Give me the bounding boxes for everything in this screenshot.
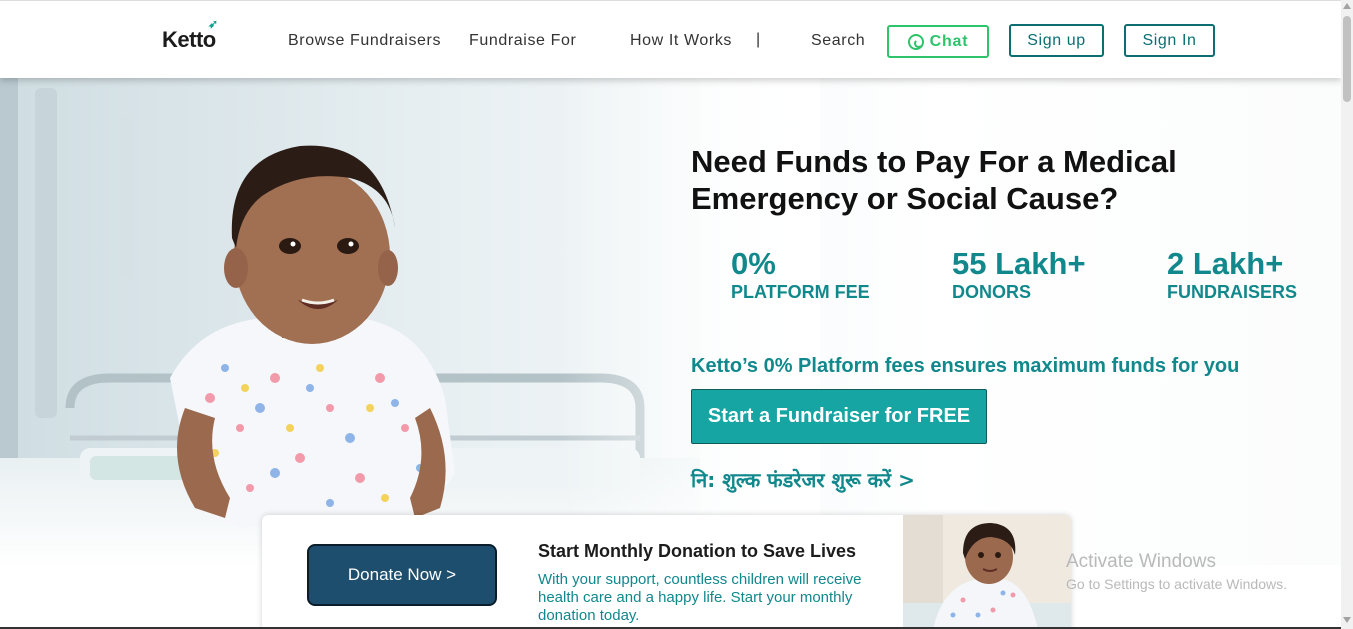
signup-button[interactable]: Sign up: [1009, 24, 1104, 57]
stat-fundraisers: 2 Lakh+ FUNDRAISERS: [1167, 248, 1297, 303]
hero-headline: Need Funds to Pay For a Medical Emergenc…: [691, 144, 1177, 216]
stat-label: PLATFORM FEE: [731, 282, 870, 302]
whatsapp-icon: [907, 33, 924, 50]
stat-label: FUNDRAISERS: [1167, 282, 1298, 302]
bird-icon: ➶: [208, 17, 218, 31]
stat-label: DONORS: [952, 282, 1032, 302]
monthly-card-text: With your support, countless children wi…: [538, 571, 862, 624]
activate-windows-subtitle: Go to Settings to activate Windows.: [1066, 576, 1287, 592]
page: Ketto ➶ Browse Fundraisers Fundraise For…: [0, 0, 1353, 629]
activate-windows-title: Activate Windows: [1066, 551, 1216, 572]
nav-separator: |: [756, 31, 761, 48]
stat-value: 0%: [731, 246, 776, 281]
monthly-card-child-photo: [903, 515, 1071, 629]
stat-platform-fee: 0% PLATFORM FEE: [731, 248, 870, 303]
donate-now-button[interactable]: Donate Now >: [307, 544, 497, 606]
scroll-down-arrow-icon[interactable]: [1343, 617, 1351, 623]
nav-browse-fundraisers[interactable]: Browse Fundraisers: [288, 32, 441, 50]
stat-value: 2 Lakh+: [1167, 246, 1284, 281]
stat-value: 55 Lakh+: [952, 246, 1086, 281]
chat-button[interactable]: Chat: [887, 25, 989, 58]
top-header: Ketto ➶ Browse Fundraisers Fundraise For…: [0, 0, 1341, 78]
stat-donors: 55 Lakh+ DONORS: [952, 248, 1086, 303]
start-fundraiser-button[interactable]: Start a Fundraiser for FREE: [691, 389, 987, 444]
monthly-donation-card: Donate Now > Start Monthly Donation to S…: [262, 515, 1071, 629]
nav-search[interactable]: Search: [811, 32, 865, 50]
nav-fundraise-for[interactable]: Fundraise For: [469, 32, 576, 50]
scroll-thumb[interactable]: [1343, 16, 1351, 102]
ketto-logo[interactable]: Ketto ➶: [162, 17, 218, 53]
page-scrollbar[interactable]: [1341, 0, 1353, 629]
signin-button[interactable]: Sign In: [1124, 24, 1215, 57]
nav-how-it-works[interactable]: How It Works: [630, 32, 732, 50]
hindi-fundraiser-link[interactable]: नि: शुल्क फंडरेजर शुरू करें >: [691, 466, 915, 493]
scroll-up-arrow-icon[interactable]: [1343, 3, 1351, 9]
hero-tagline: Ketto’s 0% Platform fees ensures maximum…: [691, 355, 1240, 377]
monthly-card-title: Start Monthly Donation to Save Lives: [538, 541, 857, 561]
chat-button-label: Chat: [929, 32, 969, 50]
